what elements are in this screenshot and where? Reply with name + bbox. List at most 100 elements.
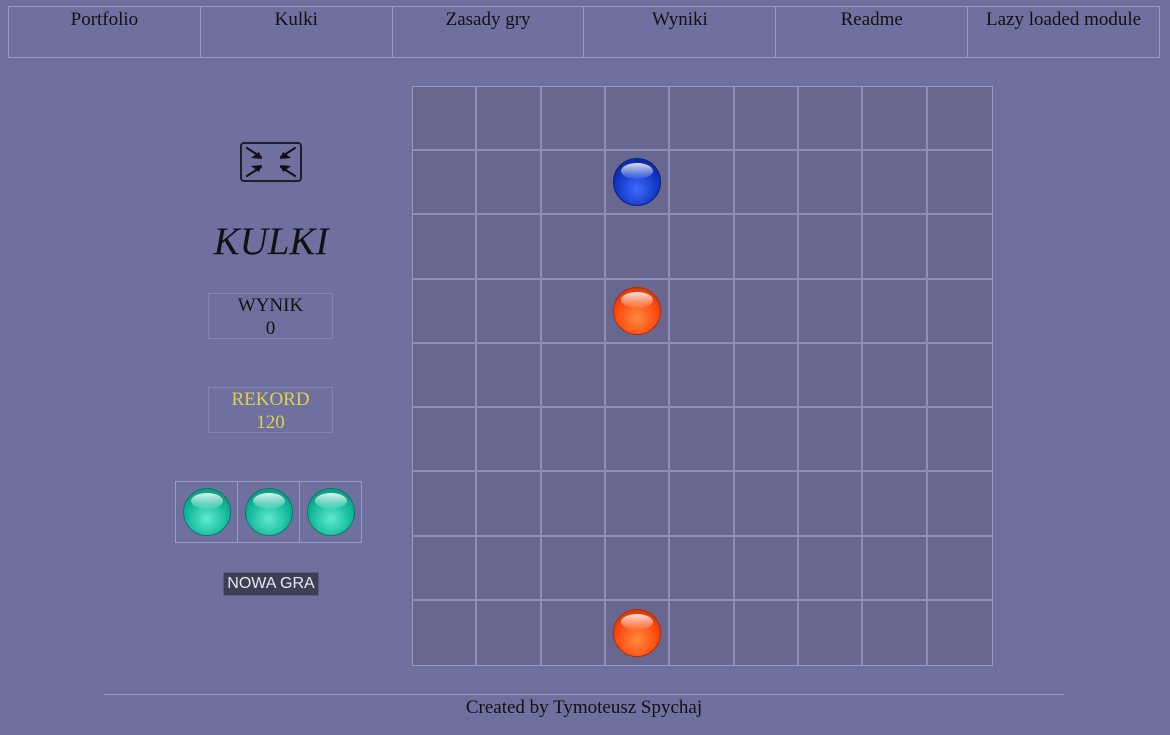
board-cell[interactable] — [734, 343, 799, 409]
board-cell[interactable] — [541, 215, 606, 280]
nav-item-portfolio[interactable]: Portfolio — [8, 6, 200, 58]
board-cell[interactable] — [541, 343, 606, 409]
board-cell[interactable] — [670, 279, 735, 344]
nav-item-lazy-loaded-module[interactable]: Lazy loaded module — [967, 6, 1160, 58]
board-cell[interactable] — [863, 279, 928, 344]
board-cell[interactable] — [413, 600, 478, 665]
board-cell[interactable] — [477, 343, 542, 409]
board-cell[interactable] — [477, 279, 542, 344]
board-cell[interactable] — [863, 536, 928, 601]
board-cell[interactable] — [541, 408, 606, 473]
nav-item-zasady-gry[interactable]: Zasady gry — [391, 6, 584, 58]
board-cell[interactable] — [670, 472, 735, 537]
next-teal-ball — [244, 488, 293, 536]
nav-item-wyniki[interactable]: Wyniki — [583, 6, 776, 58]
board-cell[interactable] — [670, 87, 735, 152]
board-cell[interactable] — [606, 600, 671, 665]
board-cell[interactable] — [413, 536, 478, 601]
score-value: 0 — [265, 318, 276, 339]
nav-item-kulki[interactable]: Kulki — [199, 6, 392, 58]
board-cell[interactable] — [670, 536, 735, 601]
board-cell[interactable] — [477, 536, 542, 601]
board-cell[interactable] — [477, 151, 542, 216]
record-box: REKORD 120 — [208, 387, 333, 433]
board-cell[interactable] — [541, 472, 606, 537]
board-cell[interactable] — [541, 151, 606, 216]
board-cell[interactable] — [413, 215, 478, 280]
board-cell[interactable] — [799, 215, 864, 280]
board-cell[interactable] — [670, 215, 735, 280]
board-cell[interactable] — [734, 151, 799, 216]
board-cell[interactable] — [413, 151, 478, 216]
board-cell[interactable] — [541, 87, 606, 152]
board-cell[interactable] — [799, 536, 864, 601]
footer-credit: Created by Tymoteusz Spychaj — [465, 697, 703, 718]
board-cell[interactable] — [863, 472, 928, 537]
board-cell[interactable] — [927, 215, 992, 280]
board-cell[interactable] — [734, 215, 799, 280]
board-cell[interactable] — [863, 343, 928, 409]
board-cell[interactable] — [927, 87, 992, 152]
red-ball[interactable] — [613, 608, 662, 657]
board-cell[interactable] — [413, 472, 478, 537]
board-cell[interactable] — [541, 536, 606, 601]
board-cell[interactable] — [735, 600, 799, 665]
board-cell[interactable] — [927, 344, 992, 409]
board-cell[interactable] — [670, 600, 735, 665]
game-board — [412, 86, 993, 666]
board-cell[interactable] — [606, 343, 671, 409]
board-cell[interactable] — [863, 151, 928, 216]
board-cell[interactable] — [670, 408, 735, 473]
board-cell[interactable] — [927, 408, 992, 473]
blue-ball[interactable] — [613, 158, 662, 207]
board-cell[interactable] — [928, 601, 992, 665]
board-cell[interactable] — [670, 343, 735, 409]
nav-item-readme[interactable]: Readme — [775, 6, 968, 58]
next-balls-preview — [175, 481, 362, 543]
red-ball[interactable] — [613, 286, 662, 335]
board-cell[interactable] — [863, 215, 928, 280]
fullscreen-button[interactable] — [240, 142, 302, 182]
footer-divider — [104, 694, 1064, 695]
board-cell[interactable] — [477, 87, 542, 152]
board-cell[interactable] — [734, 408, 799, 473]
board-cell[interactable] — [477, 472, 542, 537]
board-cell[interactable] — [477, 600, 542, 665]
board-cell[interactable] — [670, 151, 735, 216]
board-cell[interactable] — [413, 87, 478, 152]
board-cell[interactable] — [927, 280, 992, 344]
board-cell[interactable] — [606, 408, 671, 473]
board-cell[interactable] — [799, 151, 864, 216]
board-cell[interactable] — [863, 600, 928, 665]
board-cell[interactable] — [863, 408, 928, 473]
board-cell[interactable] — [863, 87, 928, 152]
board-cell[interactable] — [606, 151, 671, 216]
board-cell[interactable] — [413, 279, 478, 344]
board-cell[interactable] — [606, 536, 671, 601]
board-cell[interactable] — [734, 536, 799, 601]
board-cell[interactable] — [927, 151, 992, 216]
board-cell[interactable] — [606, 215, 671, 280]
board-cell[interactable] — [541, 279, 606, 344]
board-cell[interactable] — [799, 343, 864, 409]
board-cell[interactable] — [799, 408, 864, 473]
board-cell[interactable] — [606, 87, 671, 152]
board-cell[interactable] — [927, 537, 992, 601]
new-game-button[interactable]: NOWA GRA — [223, 572, 319, 596]
board-cell[interactable] — [477, 408, 542, 473]
board-cell[interactable] — [799, 87, 864, 152]
board-cell[interactable] — [542, 600, 606, 665]
board-cell[interactable] — [606, 472, 671, 537]
board-cell[interactable] — [413, 343, 478, 409]
board-cell[interactable] — [799, 472, 864, 537]
board-cell[interactable] — [606, 279, 671, 344]
board-cell[interactable] — [927, 472, 992, 537]
board-cell[interactable] — [477, 215, 542, 280]
board-cell[interactable] — [734, 279, 799, 344]
board-cell[interactable] — [413, 408, 478, 473]
board-cell[interactable] — [799, 279, 864, 344]
board-cell[interactable] — [734, 472, 799, 537]
top-navigation: Portfolio Kulki Zasady gry Wyniki Readme… — [8, 6, 1160, 58]
board-cell[interactable] — [799, 600, 864, 665]
board-cell[interactable] — [734, 87, 799, 152]
